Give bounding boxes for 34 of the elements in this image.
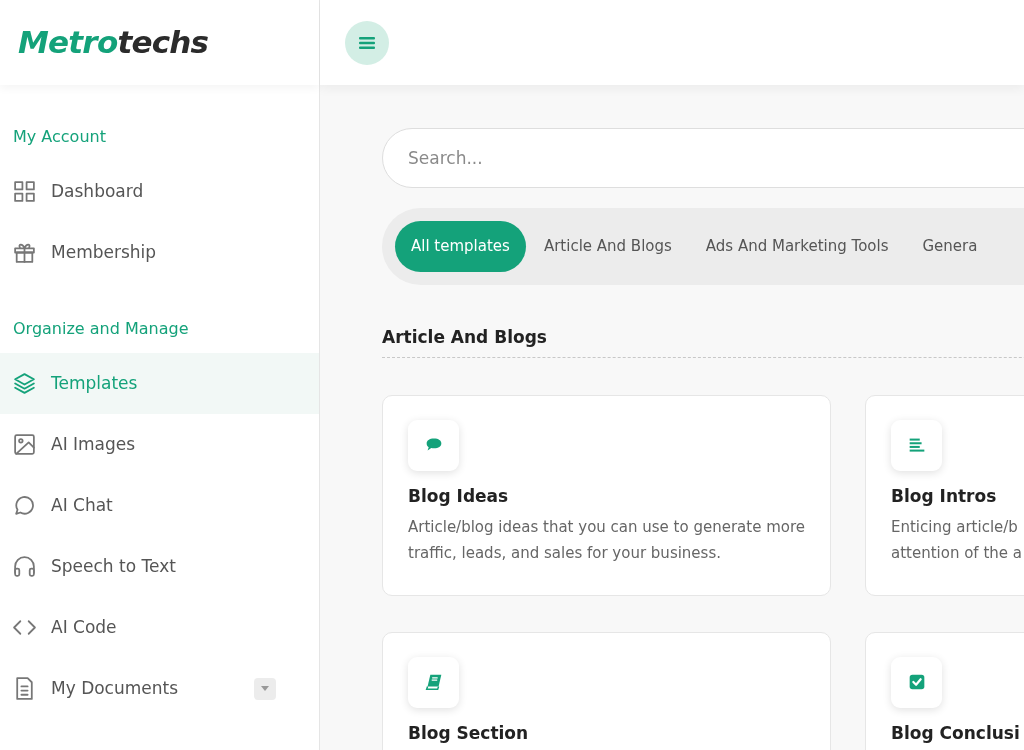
sidebar-item[interactable]: AI Chat	[0, 475, 319, 536]
card-title: Blog Ideas	[408, 484, 510, 508]
card-title: Blog Section	[408, 721, 530, 745]
sidebar-heading: Organize and Manage	[12, 318, 190, 340]
card-title: Blog Conclusi	[891, 721, 1021, 745]
category-tab[interactable]: Ads And Marketing Tools	[689, 221, 905, 272]
category-tab[interactable]: Genera	[906, 221, 994, 272]
menu-button[interactable]	[345, 20, 389, 65]
sidebar-item[interactable]: Speech to Text	[0, 536, 319, 597]
template-card[interactable]: Blog Section	[382, 631, 831, 750]
sidebar-item[interactable]: AI Code	[0, 597, 319, 658]
sidebar-item[interactable]: My Documents	[0, 658, 319, 719]
template-card[interactable]: Blog Ideas Article/blog ideas that you can use to generate more traffic, leads, and sales for your business.	[382, 394, 831, 596]
card-description: Article/blog ideas that you can use to generate more traffic, leads, and sales for your business.	[408, 516, 807, 564]
headphones-icon	[12, 554, 37, 579]
grid-icon	[12, 179, 37, 204]
dropdown-toggle[interactable]	[254, 677, 276, 700]
template-card[interactable]: Blog Conclusi	[865, 631, 1024, 750]
sidebar-item[interactable]: Membership	[0, 222, 319, 283]
card-title: Blog Intros	[891, 484, 998, 508]
chat-bubble-icon	[12, 493, 37, 518]
template-card[interactable]: Blog Intros Enticing article/b attention of the a	[865, 394, 1024, 596]
image-icon	[12, 432, 37, 457]
layers-icon	[12, 371, 37, 396]
category-tab[interactable]: Article And Blogs	[527, 221, 688, 272]
menu-icon	[359, 35, 375, 50]
sidebar-heading: My Account	[12, 126, 107, 148]
section-title: Article And Blogs	[382, 325, 1024, 358]
caret-icon	[261, 686, 269, 691]
search-field[interactable]: Search...	[382, 128, 1024, 188]
sidebar-item[interactable]: Dashboard	[0, 161, 319, 222]
sidebar-item[interactable]: AI Images	[0, 414, 319, 475]
card-description: Enticing article/b attention of the a	[891, 516, 1023, 564]
logo[interactable]: Metrotechs	[18, 19, 209, 66]
